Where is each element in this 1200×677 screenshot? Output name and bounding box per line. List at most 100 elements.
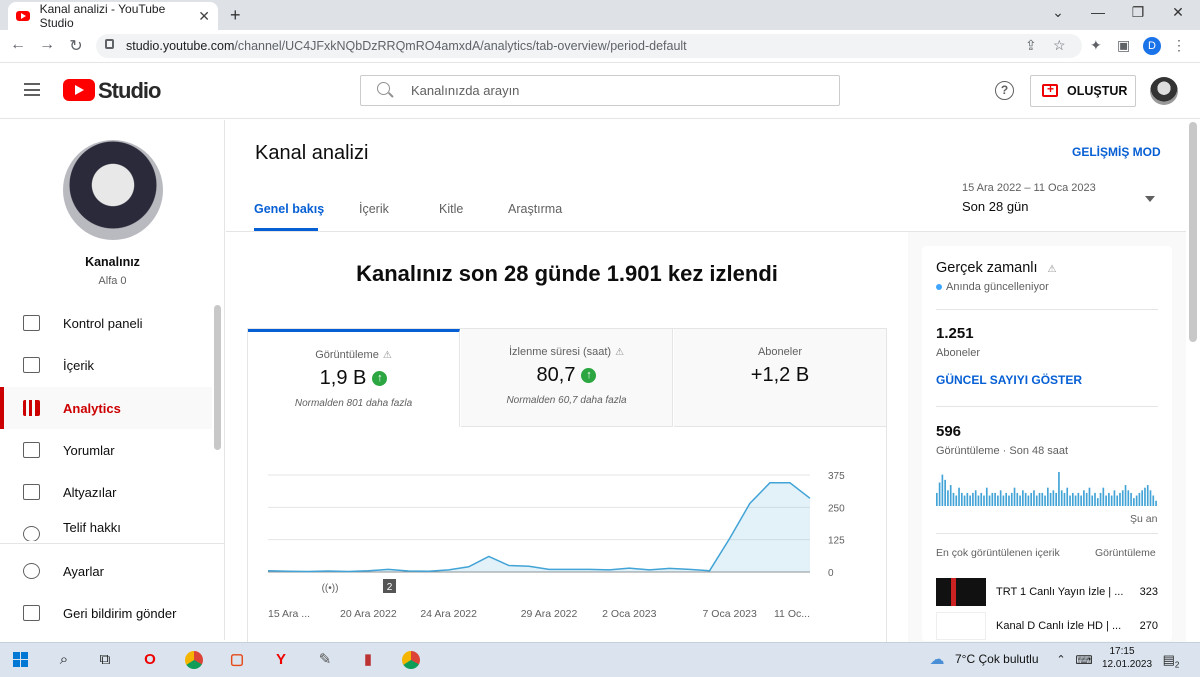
list-item[interactable]: Kanal D Canlı İzle HD | ... 270 — [936, 612, 1158, 640]
views-chart[interactable]: 375 250 125 0 15 Ara ... 20 Ara 2022 24 Ara 2… — [268, 465, 868, 625]
date-range[interactable]: 15 Ara 2022 – 11 Oca 2023 — [962, 182, 1096, 194]
book-app-icon[interactable]: ▮ — [357, 649, 379, 671]
realtime-bar — [958, 487, 960, 506]
dropdown-arrow-icon[interactable] — [1145, 196, 1155, 202]
opera-icon[interactable]: O — [139, 649, 161, 671]
lock-icon[interactable] — [105, 39, 114, 49]
top-views-label: Görüntüleme — [1095, 547, 1156, 559]
metric-note: Normalden 60,7 daha fazla — [506, 395, 627, 406]
metric-value: 1,9 B — [319, 367, 367, 389]
realtime-bar — [938, 482, 941, 506]
sidebar-item-label: İçerik — [63, 357, 95, 373]
sidebar-item-subtitles[interactable]: Altyazılar — [0, 471, 212, 513]
channel-avatar[interactable] — [63, 140, 163, 240]
help-icon[interactable]: ? — [995, 81, 1014, 100]
account-avatar[interactable] — [1150, 77, 1178, 105]
studio-logo-text[interactable]: Studio — [98, 78, 161, 104]
reload-icon[interactable]: ↻ — [66, 36, 86, 56]
realtime-bar — [1052, 490, 1055, 506]
sidebar-item-comments[interactable]: Yorumlar — [0, 429, 212, 471]
x-tick-label: 29 Ara 2022 — [521, 608, 578, 620]
metric-label: İzlenme süresi (saat) — [508, 346, 612, 358]
sidebar-item-copyright[interactable]: Telif hakkı — [0, 513, 212, 541]
minimize-button[interactable]: — — [1078, 4, 1118, 20]
extensions-icon[interactable]: ✦ — [1090, 37, 1102, 54]
share-icon[interactable]: ⇪ — [1025, 37, 1037, 54]
realtime-bar — [1044, 495, 1046, 506]
bookmark-star-icon[interactable]: ☆ — [1053, 37, 1066, 54]
notification-count: 2 — [1174, 660, 1180, 670]
new-tab-button[interactable]: + — [230, 5, 241, 26]
sidebar-item-label: Yorumlar — [63, 442, 115, 458]
metric-tab-subscribers[interactable]: Aboneler +1,2 B — [674, 329, 886, 427]
overview-headline: Kanalınız son 28 günde 1.901 kez izlendi — [356, 261, 778, 286]
yandex-icon[interactable]: Y — [270, 649, 292, 671]
taskbar-clock[interactable]: 17:15 12.01.2023 — [1102, 645, 1152, 671]
search-icon[interactable]: ⌕ — [53, 649, 75, 671]
profile-avatar[interactable]: D — [1143, 37, 1161, 55]
office-icon[interactable]: ▢ — [226, 649, 248, 671]
weather-text[interactable]: 7°C Çok bulutlu — [955, 652, 1039, 666]
sidebar-item-analytics[interactable]: Analytics — [0, 387, 212, 429]
realtime-bar-chart[interactable] — [936, 470, 1158, 506]
chrome-profile-icon[interactable] — [400, 649, 422, 671]
metric-value: 80,7 — [536, 364, 576, 386]
hamburger-menu-icon[interactable] — [24, 83, 40, 96]
chevron-up-icon[interactable]: ⌃ — [1050, 649, 1072, 671]
chrome-icon[interactable] — [183, 649, 205, 671]
restore-button[interactable]: ❐ — [1118, 4, 1158, 21]
realtime-bar — [1144, 487, 1146, 506]
realtime-bar — [1049, 492, 1052, 506]
sidebar-item-label: Kontrol paneli — [63, 315, 143, 331]
weather-icon[interactable]: ☁ — [926, 649, 948, 671]
tab-research[interactable]: Araştırma — [508, 202, 562, 216]
browser-tab[interactable]: Kanal analizi - YouTube Studio ✕ — [8, 2, 218, 30]
close-window-button[interactable]: ✕ — [1158, 4, 1198, 21]
forward-icon[interactable]: → — [37, 36, 57, 54]
keyboard-icon[interactable]: ⌨ — [1073, 649, 1095, 671]
tab-audience[interactable]: Kitle — [439, 202, 463, 216]
warning-icon: ⚠ — [382, 350, 392, 361]
sidebar-scrollbar[interactable] — [214, 305, 221, 450]
realtime-bar — [985, 487, 988, 506]
back-icon[interactable]: ← — [8, 36, 28, 54]
sidebar-item-content[interactable]: İçerik — [0, 344, 212, 386]
live-stream-marker-icon: ((•)) — [322, 583, 339, 594]
realtime-bar — [1155, 500, 1157, 506]
sidebar-item-label: Geri bildirim gönder — [63, 605, 177, 621]
notifications-icon[interactable]: ▤2 — [1160, 649, 1182, 671]
realtime-updating: Anında güncelleniyor — [936, 281, 1049, 293]
youtube-logo-icon[interactable] — [63, 79, 95, 101]
realtime-bar — [1105, 495, 1107, 506]
sidebar-item-dashboard[interactable]: Kontrol paneli — [0, 302, 212, 344]
search-input[interactable]: Kanalınızda arayın — [360, 75, 840, 106]
period-selector[interactable]: Son 28 gün — [962, 199, 1029, 214]
realtime-bar — [974, 490, 977, 506]
url-bar[interactable]: studio.youtube.com/channel/UC4JFxkNQbDzR… — [96, 34, 1082, 58]
tab-search-icon[interactable]: ⌄ — [1038, 4, 1078, 21]
tab-close-icon[interactable]: ✕ — [198, 8, 210, 25]
metric-tab-watch-time[interactable]: İzlenme süresi (saat) ⚠ 80,7 ↑ Normalden 6… — [461, 329, 673, 427]
main-scrollbar[interactable] — [1189, 122, 1197, 342]
sidebar-item-feedback[interactable]: Geri bildirim gönder — [0, 592, 212, 634]
show-live-count-button[interactable]: GÜNCEL SAYIYI GÖSTER — [936, 373, 1082, 387]
advanced-mode-button[interactable]: GELİŞMİŞ MOD — [1072, 145, 1161, 159]
app-icon[interactable]: ✎ — [314, 649, 336, 671]
windows-start-icon[interactable] — [13, 652, 28, 667]
realtime-bar — [947, 490, 949, 506]
tab-content[interactable]: İçerik — [359, 202, 389, 216]
task-view-icon[interactable]: ⧉ — [94, 649, 116, 671]
browser-menu-icon[interactable]: ⋮ — [1172, 37, 1186, 54]
side-panel-icon[interactable]: ▣ — [1117, 37, 1130, 54]
realtime-bar — [1113, 490, 1116, 506]
realtime-bar — [1088, 487, 1091, 506]
list-item[interactable]: TRT 1 Canlı Yayın İzle | ... 323 — [936, 577, 1158, 607]
realtime-bar — [980, 492, 983, 506]
realtime-bar — [1091, 495, 1094, 506]
realtime-bar — [1069, 495, 1071, 506]
tab-overview[interactable]: Genel bakış — [254, 202, 324, 216]
video-thumbnail — [936, 578, 986, 606]
chart-x-axis: 15 Ara ... 20 Ara 2022 24 Ara 2022 29 Ara 2… — [268, 608, 810, 620]
sidebar-item-settings[interactable]: Ayarlar — [0, 550, 212, 592]
metric-tab-views[interactable]: Görüntüleme ⚠ 1,9 B ↑ Normalden 801 daha f… — [248, 329, 460, 427]
